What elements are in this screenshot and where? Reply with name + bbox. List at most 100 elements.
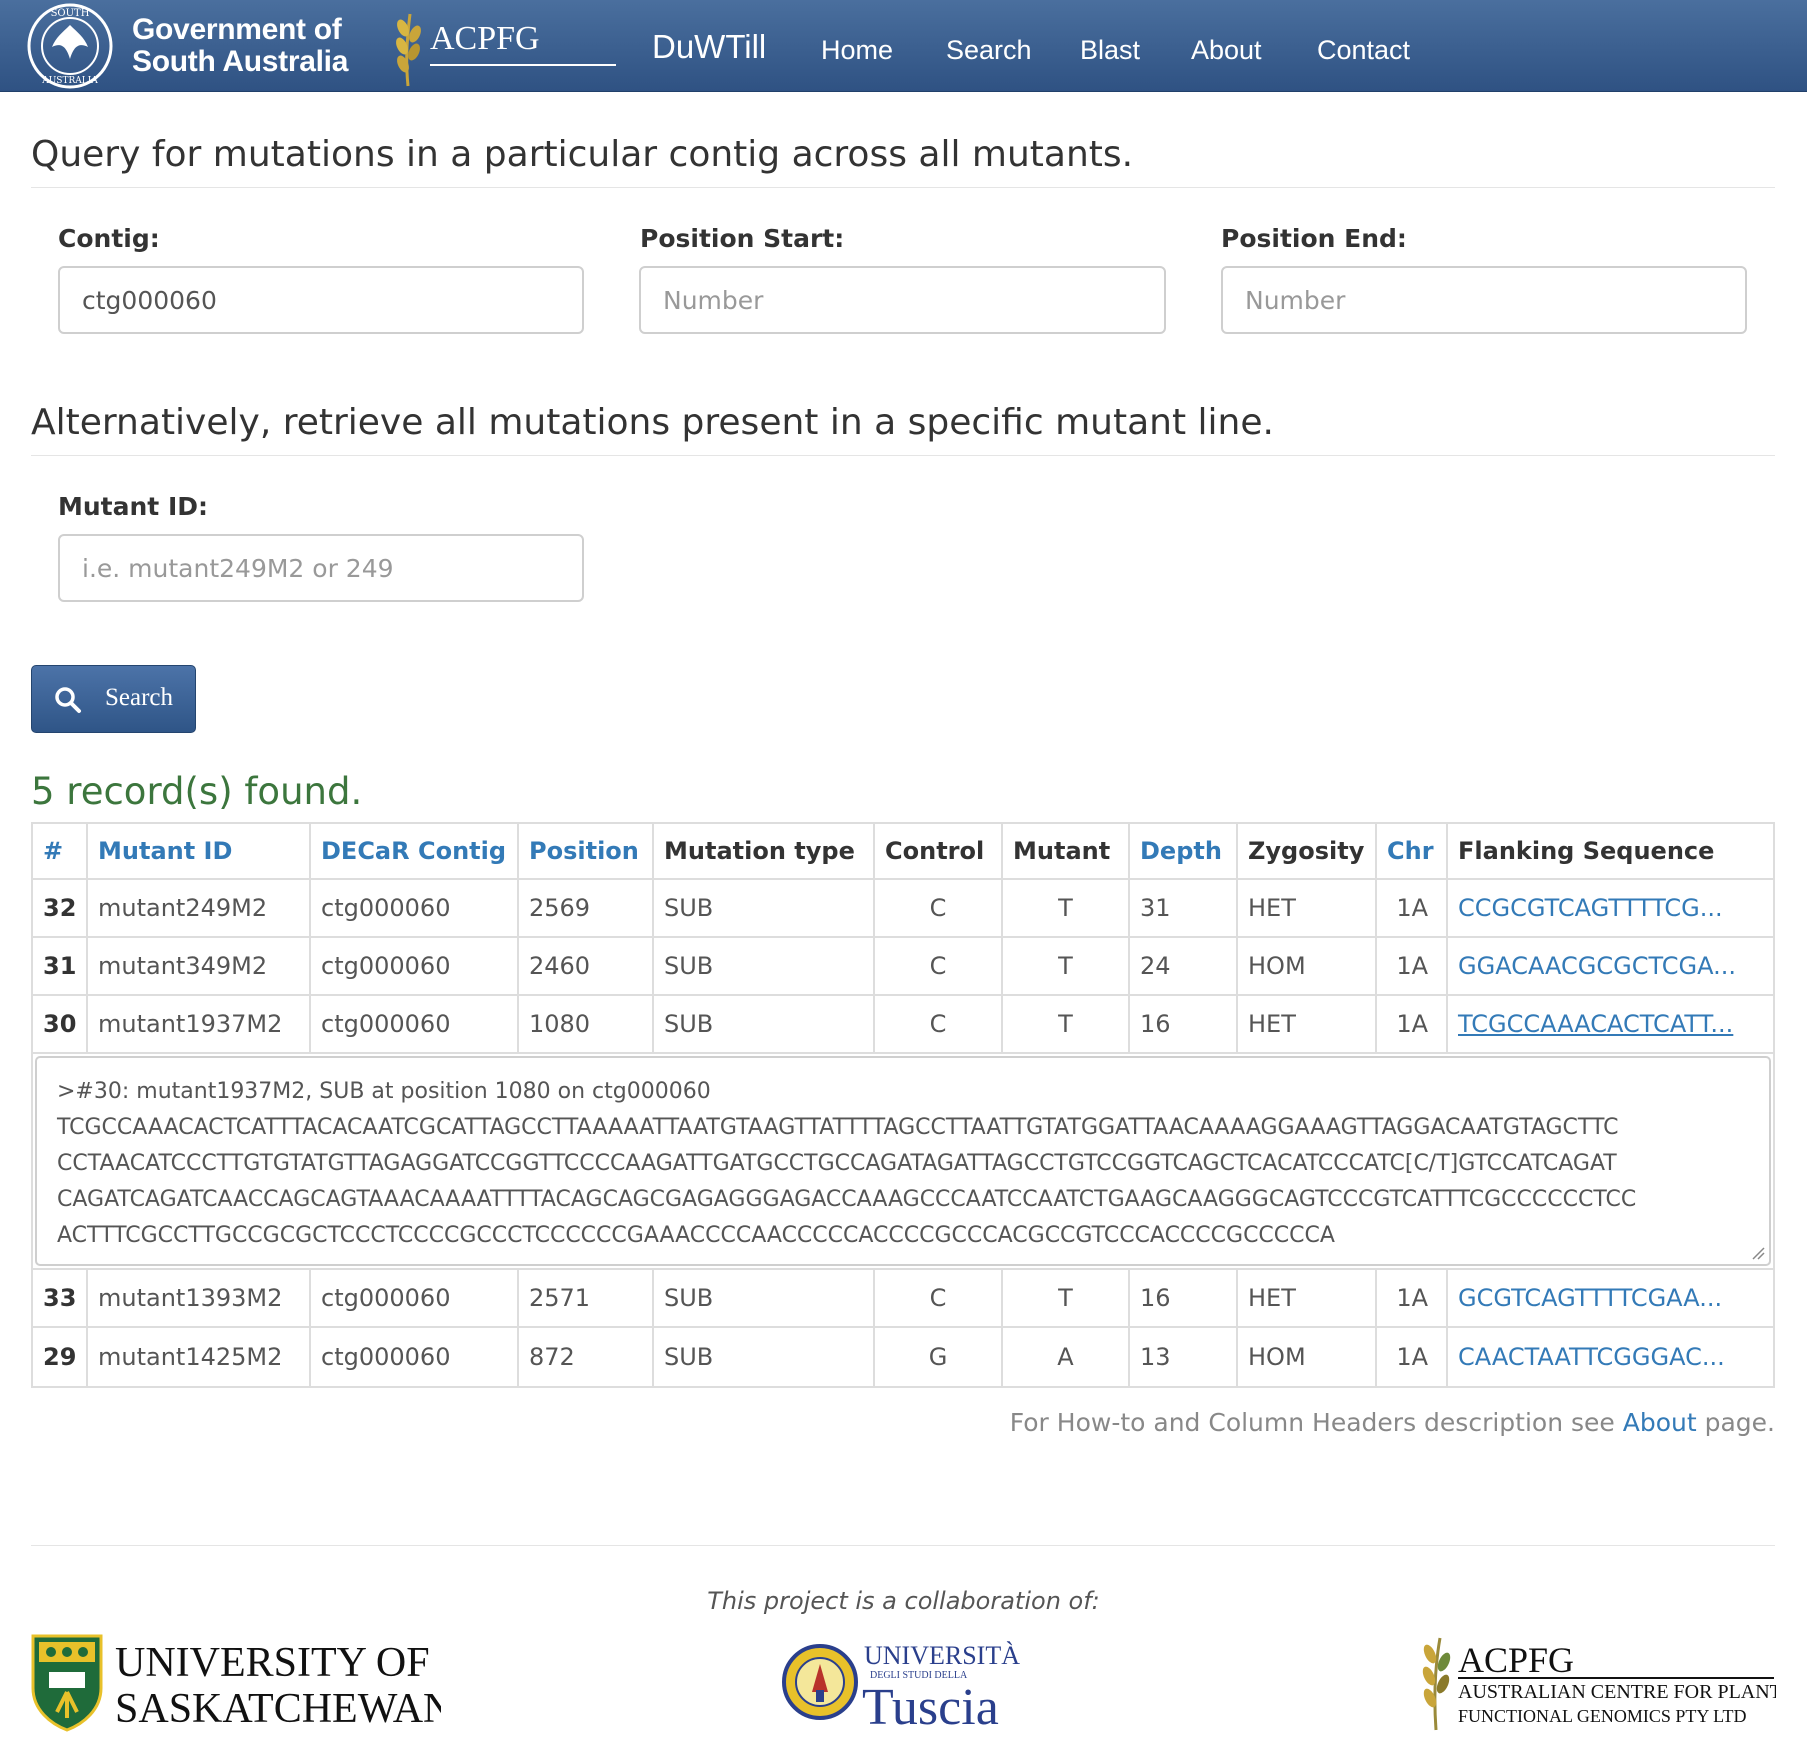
mutant-id-cell: mutant349M2	[86, 938, 309, 994]
mutant-id-input[interactable]	[58, 534, 584, 602]
col-index[interactable]: #	[33, 824, 86, 878]
flanking-sequence-text: CCGCGTCAGTTTTCG...	[1458, 894, 1723, 922]
nav-about[interactable]: About	[1191, 35, 1262, 66]
app-name[interactable]: DuWTill	[652, 28, 766, 66]
sequence-header: >#30: mutant1937M2, SUB at position 1080…	[57, 1079, 711, 1104]
government-seal-icon[interactable]: SOUTH AUSTRALIA	[26, 3, 115, 89]
col-mutation-type: Mutation type	[652, 824, 873, 878]
svg-text:AUSTRALIAN CENTRE FOR PLANT: AUSTRALIAN CENTRE FOR PLANT	[1458, 1681, 1776, 1703]
control-cell: C	[873, 996, 1001, 1052]
nav-contact[interactable]: Contact	[1317, 35, 1410, 66]
universita-tuscia-logo[interactable]: UNIVERSITÀ DEGLI STUDI DELLA Tuscia	[782, 1632, 1022, 1732]
position-end-input[interactable]	[1221, 266, 1747, 334]
mutation-type-cell: SUB	[652, 938, 873, 994]
nav-home[interactable]: Home	[821, 35, 893, 66]
mutant-id-cell: mutant1393M2	[86, 1270, 309, 1326]
svg-text:UNIVERSITÀ: UNIVERSITÀ	[864, 1641, 1020, 1670]
col-mutant-id[interactable]: Mutant ID	[86, 824, 309, 878]
acpfg-footer-logo[interactable]: ACPFG AUSTRALIAN CENTRE FOR PLANT FUNCTI…	[1414, 1632, 1776, 1732]
flanking-sequence-link[interactable]: CCGCGTCAGTTTTCG...	[1446, 880, 1773, 936]
row-index: 33	[43, 1284, 77, 1312]
sequence-row: >#30: mutant1937M2, SUB at position 1080…	[33, 1054, 1773, 1270]
table-header-row: # Mutant ID DECaR Contig Position Mutati…	[33, 824, 1773, 880]
about-page-link[interactable]: About	[1623, 1408, 1697, 1437]
svg-text:FUNCTIONAL GENOMICS PTY LTD: FUNCTIONAL GENOMICS PTY LTD	[1458, 1706, 1747, 1726]
about-note-prefix: For How-to and Column Headers descriptio…	[1009, 1408, 1623, 1437]
flanking-sequence-text: TCGCCAAACACTCATT...	[1458, 1010, 1734, 1038]
contig-cell: ctg000060	[309, 1328, 517, 1386]
mutant-id-cell: mutant249M2	[86, 880, 309, 936]
flanking-sequence-link[interactable]: TCGCCAAACACTCATT...	[1446, 996, 1773, 1052]
col-zygosity: Zygosity	[1236, 824, 1375, 878]
col-flanking-sequence: Flanking Sequence	[1446, 824, 1773, 878]
flanking-sequence-link[interactable]: CAACTAATTCGGGAC...	[1446, 1328, 1773, 1386]
col-chr[interactable]: Chr	[1375, 824, 1446, 878]
gov-line-1: Government of	[132, 13, 342, 46]
search-button-label: Search	[105, 684, 174, 711]
chr-cell: 1A	[1375, 880, 1446, 936]
zygosity-cell: HOM	[1236, 1328, 1375, 1386]
position-cell: 872	[517, 1328, 652, 1386]
sequence-line-2: CCTAACATCCCTTGTGTATGTTAGAGGATCCGGTTCCCCA…	[57, 1151, 1617, 1176]
depth-cell: 16	[1128, 1270, 1236, 1326]
position-end-label: Position End:	[1221, 224, 1407, 253]
chr-cell: 1A	[1375, 1328, 1446, 1386]
contig-cell: ctg000060	[309, 938, 517, 994]
svg-text:ACPFG: ACPFG	[1458, 1640, 1574, 1680]
sequence-line-3: CAGATCAGATCAACCAGCAGTAAACAAAATTTTACAGCAG…	[57, 1187, 1637, 1212]
table-row: 30 mutant1937M2 ctg000060 1080 SUB C T 1…	[33, 996, 1773, 1054]
depth-cell: 16	[1128, 996, 1236, 1052]
zygosity-cell: HET	[1236, 996, 1375, 1052]
contig-query-heading: Query for mutations in a particular cont…	[31, 134, 1775, 188]
flanking-sequence-textarea[interactable]: >#30: mutant1937M2, SUB at position 1080…	[35, 1056, 1771, 1266]
flanking-sequence-text: GCGTCAGTTTTCGAA...	[1458, 1284, 1723, 1312]
control-cell: C	[873, 938, 1001, 994]
zygosity-cell: HET	[1236, 880, 1375, 936]
nav-blast[interactable]: Blast	[1080, 35, 1140, 66]
chr-cell: 1A	[1375, 938, 1446, 994]
svg-text:SOUTH: SOUTH	[51, 8, 90, 19]
mutant-id-label: Mutant ID:	[58, 492, 208, 521]
flanking-sequence-text: CAACTAATTCGGGAC...	[1458, 1343, 1725, 1371]
control-cell: C	[873, 880, 1001, 936]
table-row: 29 mutant1425M2 ctg000060 872 SUB G A 13…	[33, 1328, 1773, 1386]
collaboration-text: This project is a collaboration of:	[707, 1587, 1100, 1615]
mutant-cell: T	[1001, 938, 1128, 994]
position-start-label: Position Start:	[640, 224, 845, 253]
col-position[interactable]: Position	[517, 824, 652, 878]
government-logo-text[interactable]: Government of South Australia	[132, 14, 348, 78]
footer-divider	[31, 1545, 1775, 1546]
about-note-suffix: page.	[1696, 1408, 1775, 1437]
mutant-cell: T	[1001, 996, 1128, 1052]
mutation-type-cell: SUB	[652, 1270, 873, 1326]
mutation-type-cell: SUB	[652, 880, 873, 936]
university-of-saskatchewan-logo[interactable]: UNIVERSITY OF SASKATCHEWAN	[31, 1632, 441, 1732]
col-control: Control	[873, 824, 1001, 878]
svg-text:AUSTRALIA: AUSTRALIA	[41, 76, 98, 86]
position-start-input[interactable]	[639, 266, 1166, 334]
col-decar-contig[interactable]: DECaR Contig	[309, 824, 517, 878]
acpfg-brand[interactable]: ACPFG	[430, 20, 616, 66]
contig-input[interactable]	[58, 266, 584, 334]
mutant-id-cell: mutant1937M2	[86, 996, 309, 1052]
zygosity-cell: HOM	[1236, 938, 1375, 994]
col-mutant: Mutant	[1001, 824, 1128, 878]
search-button[interactable]: Search	[31, 665, 196, 733]
flanking-sequence-link[interactable]: GGACAACGCGCTCGA...	[1446, 938, 1773, 994]
contig-cell: ctg000060	[309, 880, 517, 936]
row-index: 29	[43, 1343, 77, 1371]
col-depth[interactable]: Depth	[1128, 824, 1236, 878]
zygosity-cell: HET	[1236, 1270, 1375, 1326]
nav-search[interactable]: Search	[946, 35, 1032, 66]
contig-cell: ctg000060	[309, 1270, 517, 1326]
flanking-sequence-link[interactable]: GCGTCAGTTTTCGAA...	[1446, 1270, 1773, 1326]
mutant-id-cell: mutant1425M2	[86, 1328, 309, 1386]
svg-text:SASKATCHEWAN: SASKATCHEWAN	[115, 1686, 441, 1732]
svg-text:UNIVERSITY OF: UNIVERSITY OF	[115, 1640, 430, 1686]
row-index: 30	[43, 1010, 77, 1038]
records-found: 5 record(s) found.	[31, 770, 363, 813]
chr-cell: 1A	[1375, 996, 1446, 1052]
table-row: 33 mutant1393M2 ctg000060 2571 SUB C T 1…	[33, 1270, 1773, 1328]
resize-handle-icon[interactable]	[1751, 1246, 1765, 1260]
table-row: 32 mutant249M2 ctg000060 2569 SUB C T 31…	[33, 880, 1773, 938]
